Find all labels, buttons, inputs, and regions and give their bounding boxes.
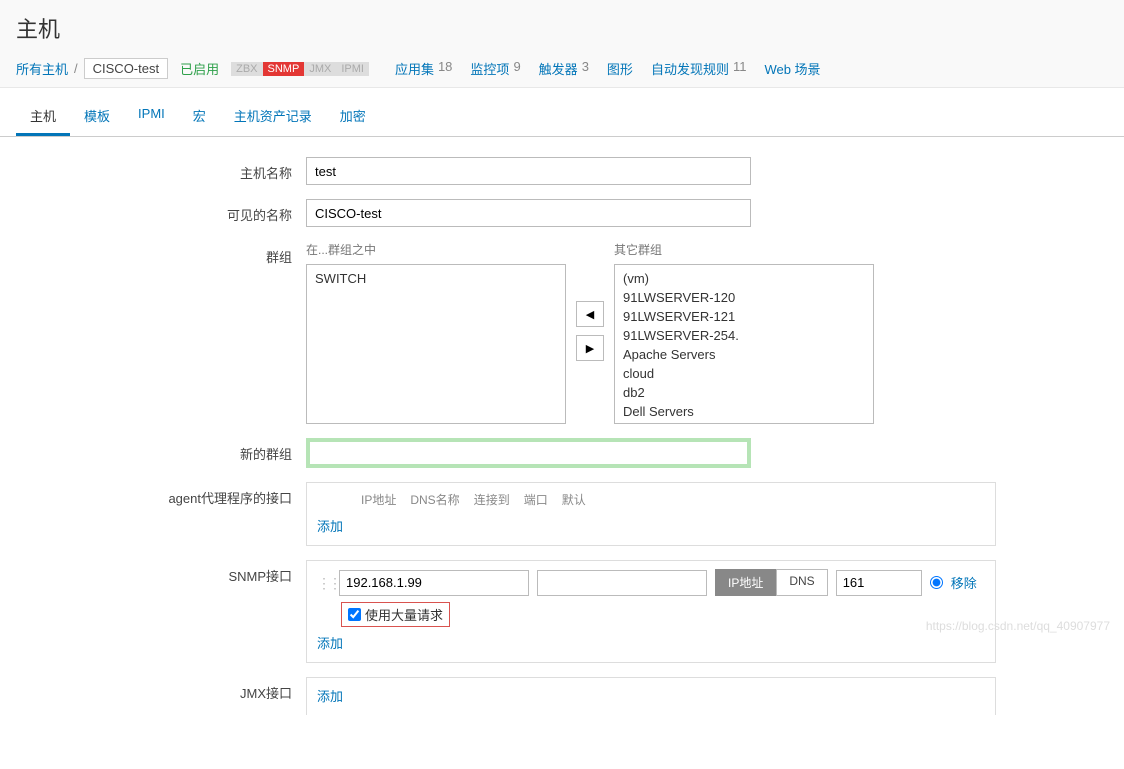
list-item[interactable]: Dell Servers [619, 402, 869, 421]
list-item[interactable]: Apache Servers [619, 345, 869, 364]
link-items[interactable]: 监控项9 [470, 59, 520, 78]
list-item[interactable]: cloud [619, 364, 869, 383]
agent-interface-box: IP地址 DNS名称 连接到 端口 默认 添加 [306, 482, 996, 546]
page-title: 主机 [16, 12, 1108, 44]
watermark: https://blog.csdn.net/qq_40907977 [926, 619, 1110, 633]
other-groups-listbox[interactable]: (vm)91LWSERVER-12091LWSERVER-12191LWSERV… [614, 264, 874, 424]
jmx-interface-label: JMX接口 [16, 677, 306, 702]
list-item[interactable]: (vm) [619, 269, 869, 288]
tab-host[interactable]: 主机 [16, 98, 70, 136]
host-meta-links: 应用集18 监控项9 触发器3 图形 自动发现规则11 Web 场景 [395, 59, 821, 78]
snmp-bulk-checkbox[interactable] [348, 608, 361, 621]
tabs: 主机 模板 IPMI 宏 主机资产记录 加密 [0, 88, 1124, 137]
list-item[interactable]: db2 [619, 383, 869, 402]
move-left-button[interactable]: ◀ [576, 301, 604, 327]
link-applications[interactable]: 应用集18 [395, 59, 452, 78]
visible-name-label: 可见的名称 [16, 199, 306, 224]
breadcrumb-all-hosts[interactable]: 所有主机 [16, 59, 68, 78]
snmp-interface-box: IP地址 DNS 移除 使用大量请求 添加 [306, 560, 996, 663]
drag-handle-icon[interactable] [317, 581, 331, 585]
snmp-remove-link[interactable]: 移除 [951, 573, 977, 592]
list-item[interactable]: 91LWSERVER-254. [619, 326, 869, 345]
tab-inventory[interactable]: 主机资产记录 [220, 98, 326, 136]
tag-snmp: SNMP [263, 62, 305, 76]
tab-macros[interactable]: 宏 [179, 98, 220, 136]
agent-col-port: 端口 [524, 491, 548, 508]
list-item[interactable]: SWITCH [311, 269, 561, 288]
link-discovery[interactable]: 自动发现规则11 [651, 59, 747, 78]
host-name-label: 主机名称 [16, 157, 306, 182]
agent-interface-label: agent代理程序的接口 [16, 482, 306, 507]
host-enabled-status: 已启用 [180, 59, 219, 78]
jmx-interface-box: 添加 [306, 677, 996, 715]
link-triggers[interactable]: 触发器3 [539, 59, 589, 78]
tag-ipmi: IPMI [336, 62, 369, 76]
breadcrumb-current-host: CISCO-test [84, 58, 168, 79]
new-group-input[interactable] [306, 438, 751, 468]
host-name-input[interactable] [306, 157, 751, 185]
link-graphs[interactable]: 图形 [607, 59, 633, 78]
snmp-add-link[interactable]: 添加 [317, 636, 343, 651]
other-groups-label: 其它群组 [614, 241, 874, 258]
triangle-right-icon: ▶ [586, 342, 594, 355]
tag-jmx: JMX [304, 62, 336, 76]
snmp-ip-input[interactable] [339, 570, 529, 596]
breadcrumb: 所有主机 / CISCO-test 已启用 ZBX SNMP JMX IPMI … [16, 58, 1108, 79]
list-item[interactable]: 91LWSERVER-120 [619, 288, 869, 307]
list-item[interactable]: Discovered hosts [619, 421, 869, 424]
tab-ipmi[interactable]: IPMI [124, 98, 179, 136]
new-group-label: 新的群组 [16, 438, 306, 463]
snmp-connect-ip[interactable]: IP地址 [715, 569, 776, 596]
tab-templates[interactable]: 模板 [70, 98, 124, 136]
breadcrumb-sep: / [74, 61, 78, 76]
snmp-bulk-label: 使用大量请求 [365, 605, 443, 624]
in-groups-listbox[interactable]: SWITCH [306, 264, 566, 424]
snmp-default-radio[interactable] [930, 576, 943, 589]
in-groups-label: 在...群组之中 [306, 241, 566, 258]
visible-name-input[interactable] [306, 199, 751, 227]
jmx-add-link[interactable]: 添加 [317, 689, 343, 704]
host-tags: ZBX SNMP JMX IPMI [231, 62, 369, 76]
link-web[interactable]: Web 场景 [764, 59, 820, 78]
groups-label: 群组 [16, 241, 306, 266]
snmp-bulk-highlight: 使用大量请求 [341, 602, 450, 627]
snmp-connect-toggle: IP地址 DNS [715, 569, 828, 596]
snmp-connect-dns[interactable]: DNS [776, 569, 827, 596]
triangle-left-icon: ◀ [586, 308, 594, 321]
list-item[interactable]: 91LWSERVER-121 [619, 307, 869, 326]
agent-col-default: 默认 [562, 491, 586, 508]
tab-encryption[interactable]: 加密 [326, 98, 380, 136]
snmp-port-input[interactable] [836, 570, 922, 596]
agent-col-ip: IP地址 [361, 491, 396, 508]
snmp-interface-label: SNMP接口 [16, 560, 306, 585]
move-right-button[interactable]: ▶ [576, 335, 604, 361]
snmp-dns-input[interactable] [537, 570, 707, 596]
agent-col-dns: DNS名称 [410, 491, 459, 508]
agent-col-connect: 连接到 [474, 491, 510, 508]
tag-zbx: ZBX [231, 62, 262, 76]
agent-add-link[interactable]: 添加 [317, 519, 343, 534]
